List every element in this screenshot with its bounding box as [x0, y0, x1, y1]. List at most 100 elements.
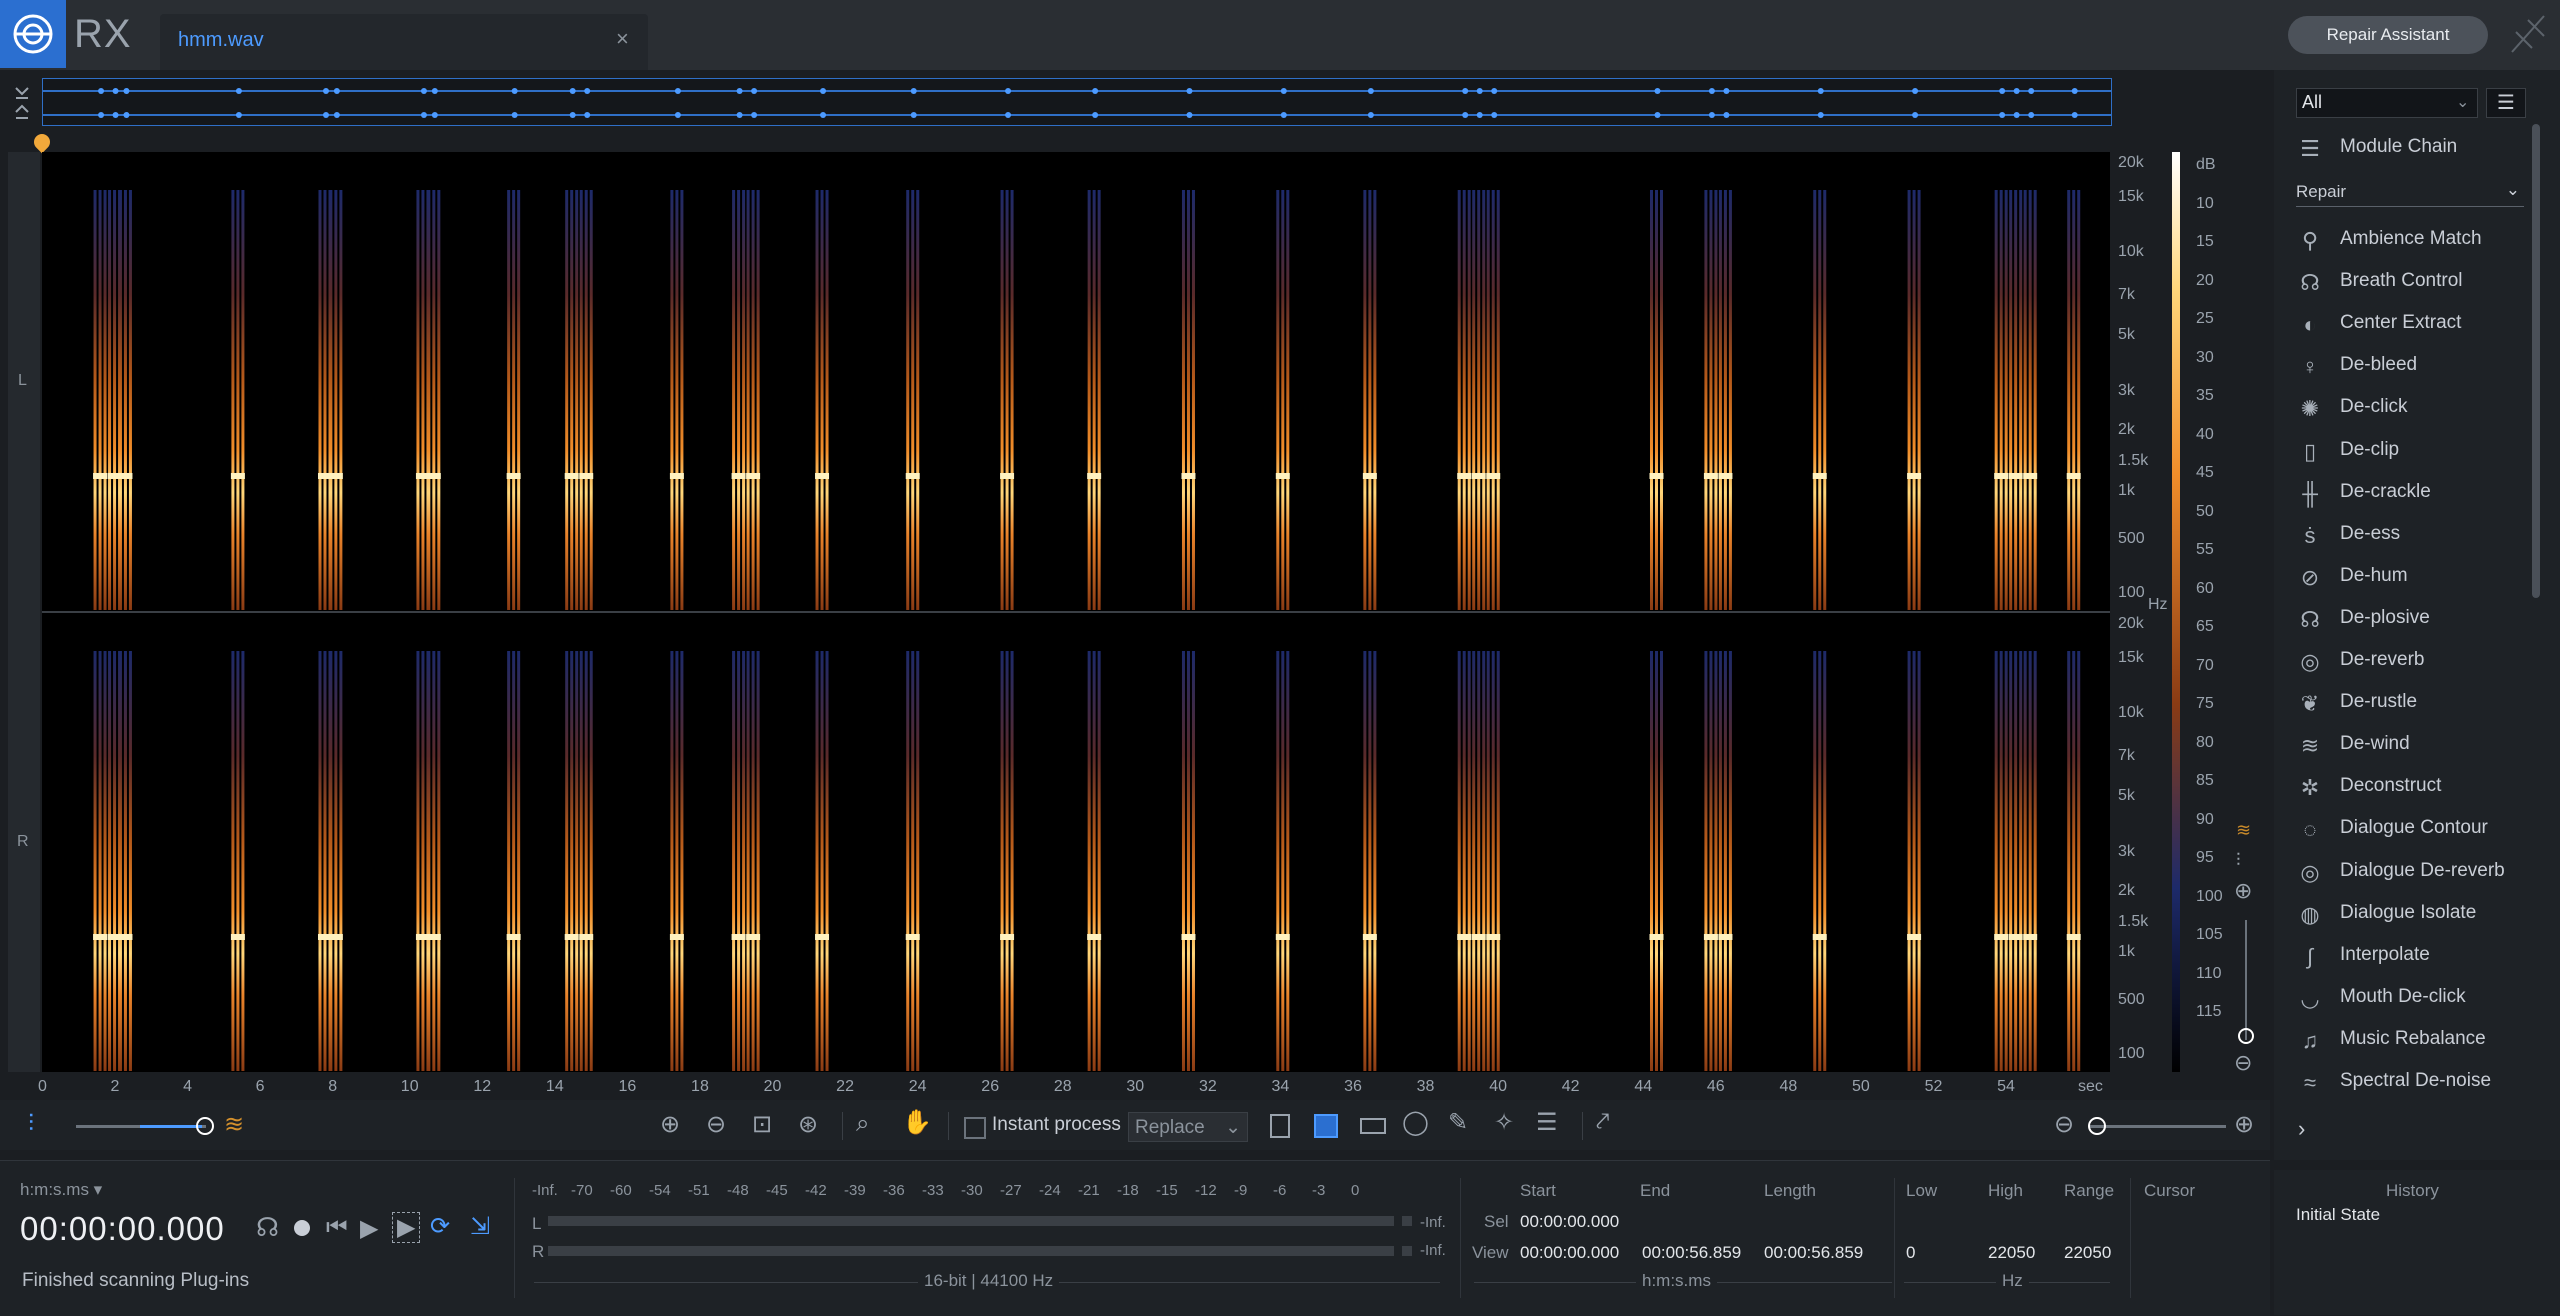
- repair-assistant-button[interactable]: Repair Assistant: [2288, 16, 2488, 54]
- module-item-de-ess[interactable]: ṡ De-ess: [2294, 515, 2524, 555]
- zoom-in-freq-icon[interactable]: ⊕: [2234, 878, 2252, 904]
- module-list-scrollbar[interactable]: [2532, 124, 2540, 598]
- instant-process-mode-select[interactable]: Replace ⌄: [1128, 1112, 1248, 1142]
- spectrogram-burst-highlight: [426, 473, 441, 479]
- db-tick-label: 100: [2196, 887, 2223, 905]
- module-item-ambience-match[interactable]: ⚲ Ambience Match: [2294, 220, 2524, 260]
- module-item-de-hum[interactable]: ⊘ De-hum: [2294, 557, 2524, 597]
- range-value[interactable]: 22050: [2064, 1243, 2111, 1263]
- time-frequency-selection-tool-icon[interactable]: [1314, 1114, 1338, 1138]
- magic-wand-tool-icon[interactable]: ✧: [1494, 1108, 1514, 1137]
- brush-tool-icon[interactable]: ✎: [1448, 1108, 1468, 1137]
- sel-start-value[interactable]: 00:00:00.000: [1520, 1212, 1619, 1232]
- low-value[interactable]: 0: [1906, 1243, 1915, 1263]
- horizontal-zoom-handle[interactable]: [2088, 1117, 2106, 1135]
- spectrogram-burst: [1462, 651, 1466, 1071]
- volume-curve-tool-icon[interactable]: ⤤: [1596, 1108, 1610, 1136]
- meter-left-label: L: [532, 1214, 542, 1233]
- spectrogram-view[interactable]: [42, 152, 2110, 1072]
- high-value[interactable]: 22050: [1988, 1243, 2035, 1263]
- horizontal-zoom-slider[interactable]: [2090, 1125, 2226, 1128]
- view-length-value[interactable]: 00:00:56.859: [1764, 1243, 1863, 1263]
- time-selection-tool-icon[interactable]: [1270, 1114, 1290, 1138]
- spectrogram-burst: [1907, 190, 1911, 610]
- play-selection-icon[interactable]: ▶: [392, 1212, 421, 1243]
- module-item-center-extract[interactable]: ◐ Center Extract: [2294, 304, 2524, 344]
- module-item-breath-control[interactable]: ☊ Breath Control: [2294, 262, 2524, 302]
- zoom-out-time-icon[interactable]: ⊖: [706, 1110, 726, 1139]
- module-chain-item[interactable]: ☰ Module Chain: [2294, 128, 2524, 168]
- module-item-de-clip[interactable]: ▯ De-clip: [2294, 431, 2524, 471]
- module-item-dialogue-isolate[interactable]: ◍ Dialogue Isolate: [2294, 894, 2524, 934]
- selection-freq-unit: Hz: [1996, 1271, 2029, 1291]
- meter-scale-label: -39: [844, 1182, 866, 1199]
- spectrogram-mode-icon[interactable]: ≋: [2236, 820, 2251, 841]
- zoom-out-freq-icon[interactable]: ⊖: [2234, 1050, 2252, 1076]
- skip-back-icon[interactable]: ⏮: [326, 1214, 348, 1242]
- freq-tick-label: 3k: [2118, 382, 2135, 399]
- view-row-label: View: [1472, 1243, 1509, 1262]
- module-item-de-plosive[interactable]: ☊ De-plosive: [2294, 599, 2524, 639]
- opacity-slider-handle[interactable]: [196, 1117, 214, 1135]
- module-list-menu-icon[interactable]: ☰: [2486, 88, 2526, 118]
- izotope-logo-icon[interactable]: [0, 0, 66, 68]
- spectrogram-burst: [1010, 651, 1014, 1071]
- lasso-tool-icon[interactable]: ◯: [1402, 1108, 1429, 1137]
- spectrogram-burst: [329, 651, 333, 1071]
- spectrogram-burst-highlight: [815, 934, 830, 940]
- record-button[interactable]: [294, 1220, 310, 1236]
- module-item-mouth-de-click[interactable]: ◡ Mouth De-click: [2294, 978, 2524, 1018]
- category-select[interactable]: Repair ⌄: [2296, 180, 2524, 207]
- zoom-selection-icon[interactable]: ⊡: [752, 1110, 772, 1139]
- play-icon[interactable]: ▶: [360, 1214, 378, 1243]
- module-item-de-rustle[interactable]: ❦ De-rustle: [2294, 683, 2524, 723]
- waveform-display-icon[interactable]: ⫶: [28, 1110, 34, 1138]
- view-start-value[interactable]: 00:00:00.000: [1520, 1243, 1619, 1263]
- instant-process-checkbox[interactable]: [964, 1117, 986, 1139]
- hand-tool-icon[interactable]: ✋: [902, 1108, 932, 1137]
- module-label: Ambience Match: [2340, 228, 2482, 249]
- spectrogram-burst: [746, 190, 750, 610]
- spectrogram-burst-highlight: [905, 934, 920, 940]
- frequency-selection-tool-icon[interactable]: [1360, 1118, 1386, 1134]
- module-item-de-click[interactable]: ✺ De-click: [2294, 388, 2524, 428]
- expand-panel-icon[interactable]: ›: [2298, 1116, 2305, 1142]
- view-end-value[interactable]: 00:00:56.859: [1642, 1243, 1741, 1263]
- collapse-overview-icon[interactable]: [12, 84, 32, 127]
- time-format-select[interactable]: h:m:s.ms ▾: [20, 1180, 102, 1200]
- freq-zoom-handle[interactable]: [2238, 1028, 2254, 1044]
- module-item-interpolate[interactable]: ∫ Interpolate: [2294, 936, 2524, 976]
- spectrogram-burst: [906, 651, 910, 1071]
- module-item-de-bleed[interactable]: ♀ De-bleed: [2294, 346, 2524, 386]
- channel-left-label[interactable]: L: [18, 372, 27, 390]
- zoom-fit-icon[interactable]: ⊛: [798, 1110, 818, 1139]
- spectrogram-display-icon[interactable]: ≋: [224, 1110, 244, 1139]
- close-tab-icon[interactable]: ×: [616, 26, 629, 52]
- harmonic-selection-tool-icon[interactable]: ☰: [1536, 1108, 1558, 1137]
- playhead-marker[interactable]: [30, 130, 54, 154]
- clip-indicator-right[interactable]: [1402, 1246, 1412, 1256]
- freq-zoom-slider[interactable]: [2245, 920, 2247, 1040]
- module-item-spectral-de-noise[interactable]: ≈ Spectral De-noise: [2294, 1062, 2524, 1102]
- zoom-tool-icon[interactable]: ⌕: [856, 1110, 869, 1138]
- follow-playhead-icon[interactable]: ⇲: [470, 1212, 490, 1241]
- module-item-deconstruct[interactable]: ✲ Deconstruct: [2294, 767, 2524, 807]
- zoom-in-time-icon[interactable]: ⊕: [660, 1110, 680, 1139]
- module-item-music-rebalance[interactable]: ♫ Music Rebalance: [2294, 1020, 2524, 1060]
- module-item-dialogue-contour[interactable]: ◌ Dialogue Contour: [2294, 809, 2524, 849]
- clip-indicator-left[interactable]: [1402, 1216, 1412, 1226]
- module-item-de-wind[interactable]: ≋ De-wind: [2294, 725, 2524, 765]
- zoom-out-horizontal-icon[interactable]: ⊖: [2054, 1110, 2074, 1139]
- module-item-de-reverb[interactable]: ◎ De-reverb: [2294, 641, 2524, 681]
- headphones-icon[interactable]: ☊: [256, 1212, 279, 1243]
- waveform-overview[interactable]: [42, 78, 2112, 126]
- loop-icon[interactable]: ⟳: [430, 1212, 450, 1241]
- waveform-mode-icon[interactable]: ⫶: [2236, 850, 2241, 871]
- module-item-dialogue-de-reverb[interactable]: ◎ Dialogue De-reverb: [2294, 852, 2524, 892]
- channel-right-label[interactable]: R: [17, 833, 29, 851]
- zoom-in-horizontal-icon[interactable]: ⊕: [2234, 1110, 2254, 1139]
- module-filter-select[interactable]: [2296, 88, 2478, 118]
- history-entry[interactable]: Initial State: [2296, 1205, 2380, 1225]
- module-item-de-crackle[interactable]: ╫ De-crackle: [2294, 473, 2524, 513]
- db-tick-label: 65: [2196, 618, 2214, 635]
